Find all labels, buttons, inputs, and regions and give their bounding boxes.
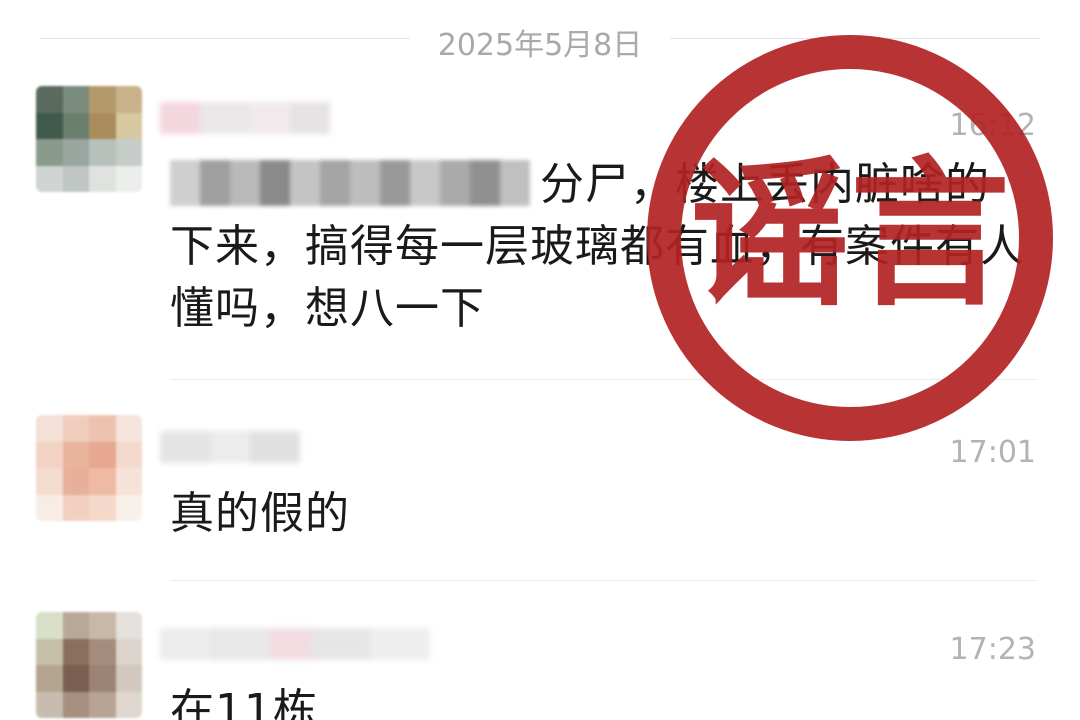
avatar[interactable] — [36, 415, 142, 521]
sender-name-blurred — [160, 628, 430, 660]
avatar[interactable] — [36, 612, 142, 718]
date-separator: 2025年5月8日 — [40, 14, 1040, 64]
date-divider-left — [40, 38, 410, 39]
chat-screen: 2025年5月8日 16:12 分尸，楼上丢内脏啥的 下来，搞得每一层玻璃都有血… — [0, 0, 1080, 720]
message-item[interactable]: 17:23 在11栋 — [0, 612, 1080, 720]
date-label: 2025年5月8日 — [437, 28, 643, 63]
message-divider — [170, 580, 1036, 581]
message-text: 真的假的 — [170, 488, 350, 539]
message-time: 16:12 — [949, 108, 1036, 143]
message-line-1: 分尸，楼上丢内脏啥的 — [170, 154, 1020, 216]
message-line-1-text: 分尸，楼上丢内脏啥的 — [540, 159, 990, 210]
sender-name-blurred — [160, 431, 300, 463]
message-item[interactable]: 16:12 分尸，楼上丢内脏啥的 下来，搞得每一层玻璃都有血，有案件有人 懂吗，… — [0, 86, 1080, 376]
message-divider — [170, 379, 1036, 380]
message-line-3: 懂吗，想八一下 — [170, 283, 485, 334]
message-line-2: 下来，搞得每一层玻璃都有血，有案件有人 — [170, 221, 1025, 272]
message-text: 分尸，楼上丢内脏啥的 下来，搞得每一层玻璃都有血，有案件有人 懂吗，想八一下 — [170, 154, 1025, 340]
message-time: 17:01 — [949, 435, 1036, 470]
redacted-text-mosaic — [170, 160, 530, 206]
sender-name-blurred — [160, 102, 330, 134]
message-text: 在11栋 — [170, 685, 318, 720]
avatar[interactable] — [36, 86, 142, 192]
message-time: 17:23 — [949, 632, 1036, 667]
date-divider-right — [670, 38, 1040, 39]
message-item[interactable]: 17:01 真的假的 — [0, 415, 1080, 575]
